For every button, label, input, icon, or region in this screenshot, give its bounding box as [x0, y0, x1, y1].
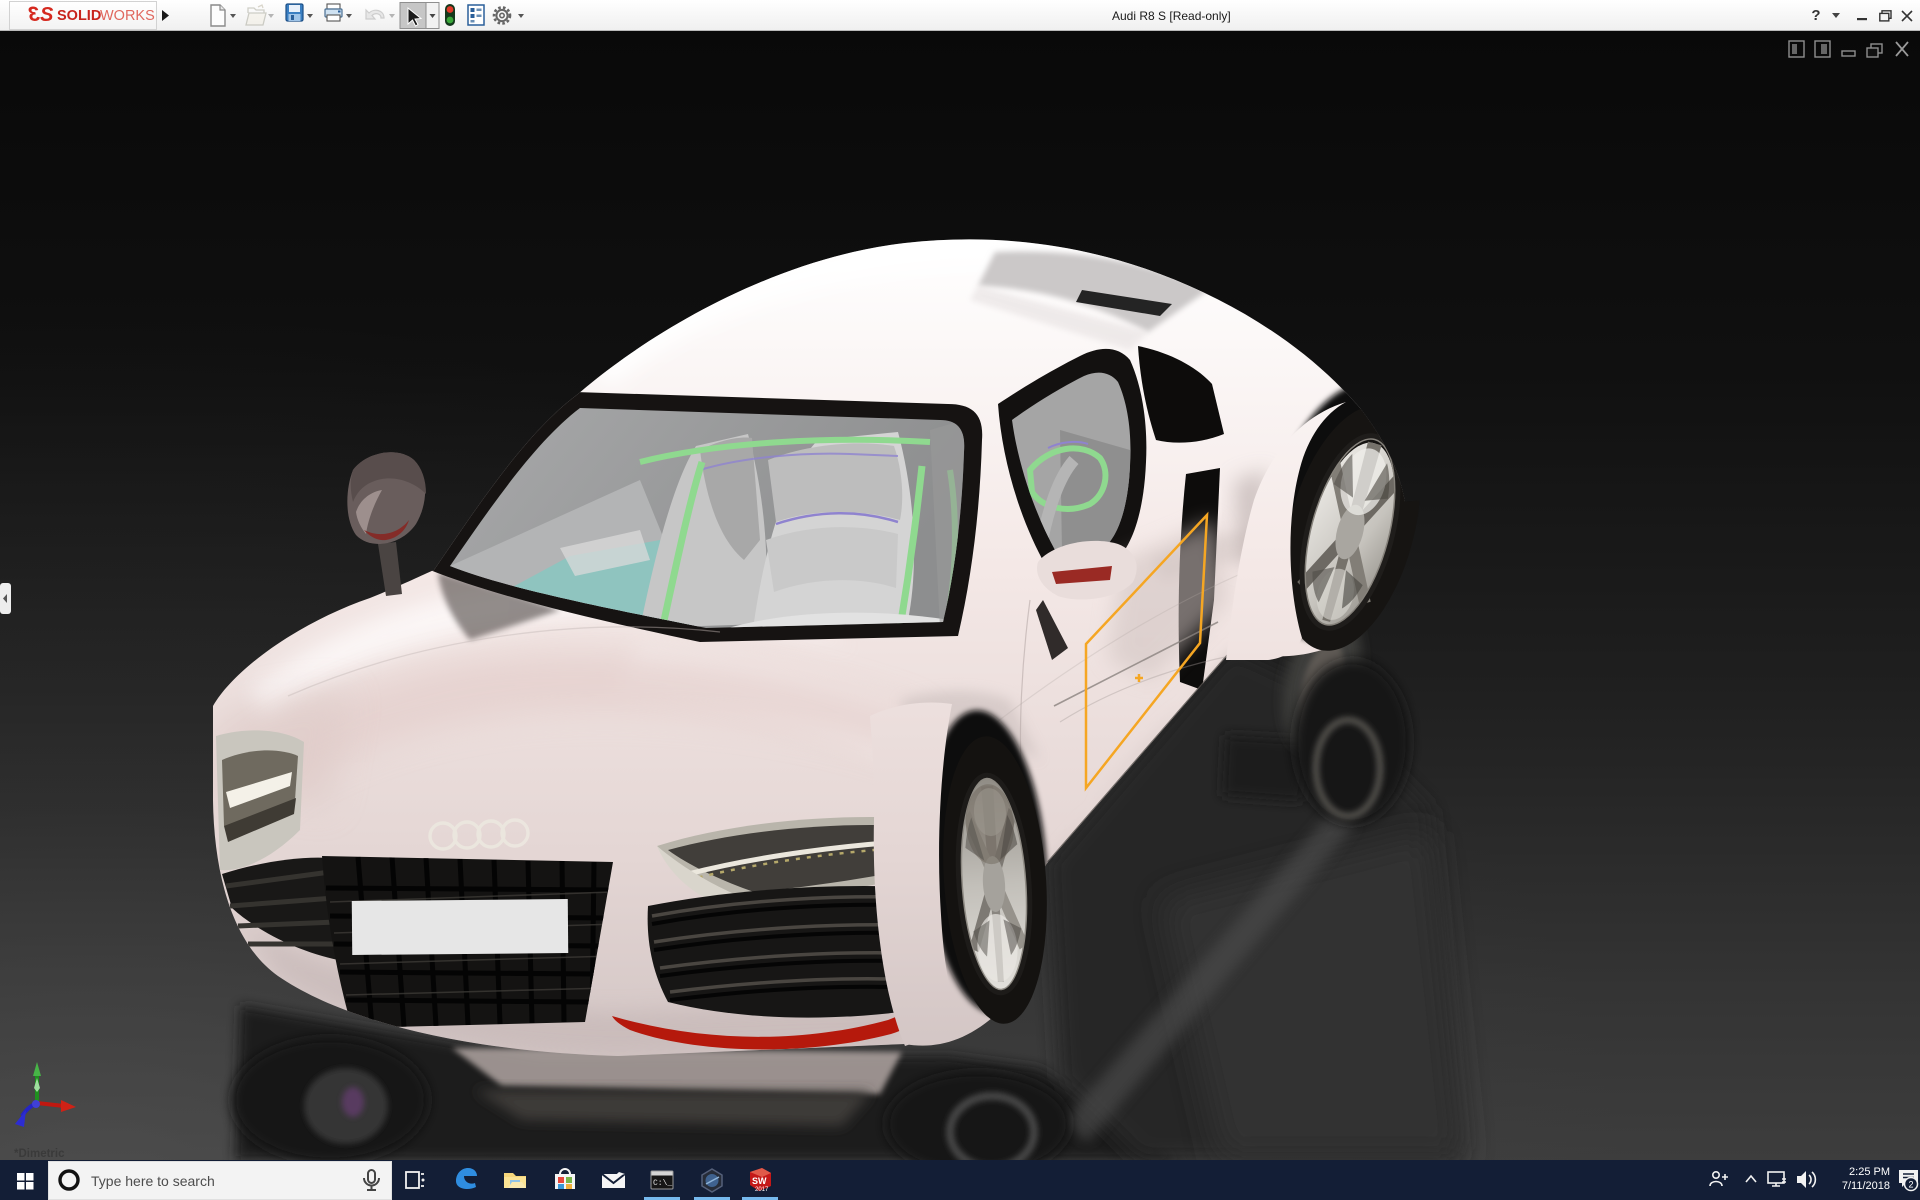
svg-text:2017: 2017 [755, 1187, 769, 1193]
svg-text:*Dimetric: *Dimetric [14, 1148, 65, 1160]
svg-text:2: 2 [1909, 1180, 1914, 1190]
svg-text:SW: SW [752, 1176, 767, 1186]
svg-text:C:\_: C:\_ [653, 1179, 672, 1188]
